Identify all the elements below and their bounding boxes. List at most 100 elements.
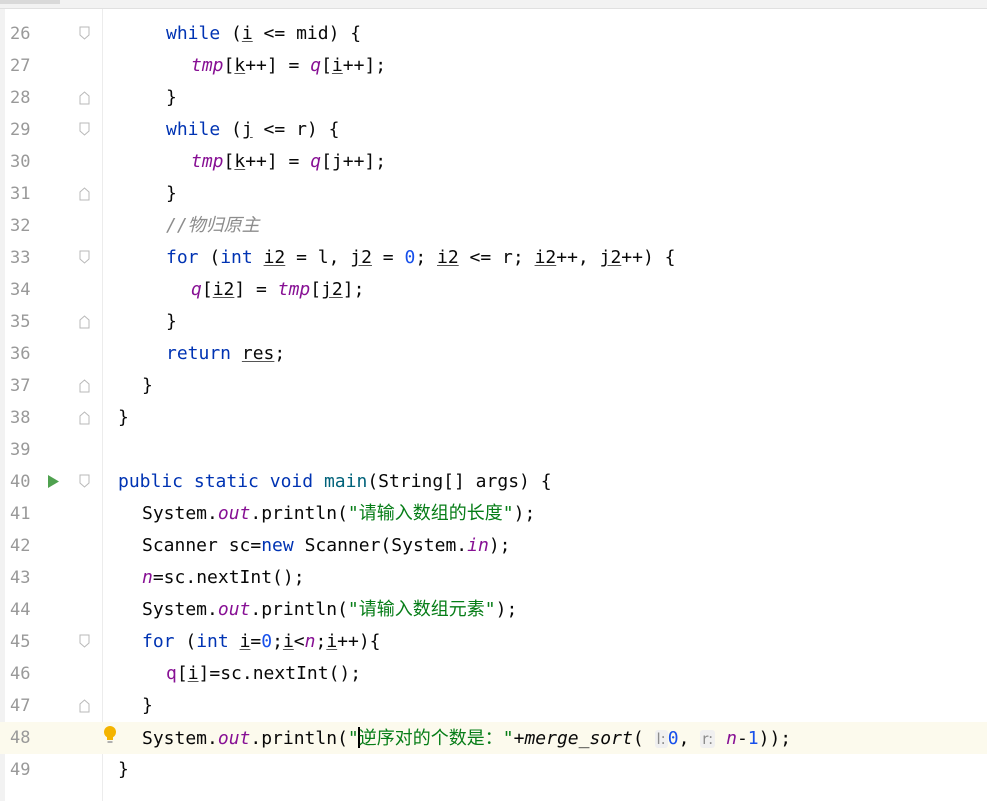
code-text: ); <box>495 599 518 620</box>
code-text: = <box>371 247 405 268</box>
line-content: } <box>166 311 177 332</box>
line-content: } <box>166 183 177 204</box>
field: out <box>217 728 251 749</box>
code-text: , <box>678 728 701 749</box>
code-line[interactable]: 34 q[i2] = tmp[j2]; <box>0 274 987 306</box>
variable: i <box>241 23 253 44</box>
code-line[interactable]: 31 } <box>0 178 987 210</box>
code-text: ; <box>272 631 283 652</box>
line-content: return res; <box>166 343 285 365</box>
code-text: System. <box>142 599 218 620</box>
variable: j2 <box>350 247 372 268</box>
code-line[interactable]: 42 Scanner sc=new Scanner(System.in); <box>0 530 987 562</box>
keyword: while <box>166 23 221 44</box>
code-line[interactable]: 37 } <box>0 370 987 402</box>
line-number: 28 <box>10 88 31 108</box>
line-number: 35 <box>10 312 31 332</box>
code-text: ]=sc.nextInt(); <box>198 663 362 684</box>
code-text: < <box>293 631 305 652</box>
line-content: Scanner sc=new Scanner(System.in); <box>142 535 511 557</box>
line-content: tmp[k++] = q[i++]; <box>191 55 386 77</box>
line-content: } <box>118 759 129 780</box>
line-number: 47 <box>10 696 31 716</box>
code-editor[interactable]: 25 //扫尾 26 while (i <= mid) { 27 tmp[k++… <box>0 0 987 786</box>
code-line[interactable]: 49 } <box>0 754 987 786</box>
string-literal: "请输入数组的长度" <box>347 503 514 524</box>
fold-open-icon[interactable] <box>79 634 90 649</box>
code-line[interactable]: 44 System.out.println("请输入数组元素"); <box>0 594 987 626</box>
code-text: [ <box>201 279 213 300</box>
current-code-line[interactable]: 48 System.out.println("逆序对的个数是："+merge_s… <box>0 722 987 754</box>
number-literal: 0 <box>667 728 679 749</box>
line-number: 27 <box>10 56 31 76</box>
line-number: 46 <box>10 664 31 684</box>
fold-close-icon[interactable] <box>79 186 90 201</box>
editor-tab-bar <box>0 0 987 9</box>
code-line[interactable]: 43 n=sc.nextInt(); <box>0 562 987 594</box>
code-line[interactable]: 32 //物归原主 <box>0 210 987 242</box>
fold-open-icon[interactable] <box>79 26 90 41</box>
code-line[interactable]: 38 } <box>0 402 987 434</box>
code-line[interactable]: 47 } <box>0 690 987 722</box>
variable: j2 <box>599 247 622 268</box>
code-line[interactable]: 28 } <box>0 82 987 114</box>
field: tmp <box>277 279 311 300</box>
code-text: [ <box>176 663 188 684</box>
code-line[interactable]: 40 public static void main(String[] args… <box>0 466 987 498</box>
code-line[interactable]: 29 while (j <= r) { <box>0 114 987 146</box>
field: tmp <box>191 55 224 76</box>
fold-close-icon[interactable] <box>79 90 90 105</box>
comment: //物归原主 <box>166 215 260 236</box>
code-text: ] = <box>234 279 278 300</box>
variable: j <box>241 119 253 140</box>
code-text: ]; <box>342 279 365 300</box>
fold-open-icon[interactable] <box>79 250 90 265</box>
code-text: System. <box>142 728 218 749</box>
line-number: 42 <box>10 536 31 556</box>
code-text: ); <box>488 535 511 556</box>
variable: j2 <box>321 279 343 300</box>
code-text: .println( <box>250 503 348 524</box>
code-line[interactable]: 30 tmp[k++] = q[j++]; <box>0 146 987 178</box>
fold-close-icon[interactable] <box>79 410 90 425</box>
line-content: n=sc.nextInt(); <box>142 567 305 589</box>
run-gutter-icon[interactable] <box>47 474 60 493</box>
code-line[interactable]: 33 for (int i2 = l, j2 = 0; i2 <= r; i2+… <box>0 242 987 274</box>
line-content: //物归原主 <box>166 215 260 237</box>
string-literal: "请输入数组元素" <box>347 599 496 620</box>
line-number: 40 <box>10 472 31 492</box>
code-text: <= mid) { <box>252 23 362 44</box>
field: n <box>142 567 153 588</box>
keyword: int <box>220 247 253 268</box>
code-text: [ <box>310 279 322 300</box>
code-line[interactable]: 27 tmp[k++] = q[i++]; <box>0 50 987 82</box>
variable: res <box>241 343 275 364</box>
code-line[interactable]: 39 <box>0 434 987 466</box>
code-text: Scanner(System. <box>293 535 468 556</box>
code-line[interactable]: 36 return res; <box>0 338 987 370</box>
variable: i <box>282 631 294 652</box>
fold-open-icon[interactable] <box>79 474 90 489</box>
line-content: } <box>142 695 153 716</box>
variable: i <box>239 631 251 652</box>
code-line[interactable]: 35 } <box>0 306 987 338</box>
code-text: ; <box>315 631 327 652</box>
code-text: ; <box>415 247 438 268</box>
code-line[interactable]: 26 while (i <= mid) { <box>0 18 987 50</box>
line-number: 37 <box>10 376 31 396</box>
fold-open-icon[interactable] <box>79 122 90 137</box>
code-line[interactable]: 45 for (int i=0;i<n;i++){ <box>0 626 987 658</box>
editor-tab-stub[interactable] <box>0 0 60 4</box>
fold-close-icon[interactable] <box>79 698 90 713</box>
field: q <box>166 663 177 684</box>
code-line[interactable]: 41 System.out.println("请输入数组的长度"); <box>0 498 987 530</box>
fold-close-icon[interactable] <box>79 378 90 393</box>
code-line[interactable]: 46 q[i]=sc.nextInt(); <box>0 658 987 690</box>
string-literal: 逆序对的个数是：" <box>358 728 514 749</box>
fold-close-icon[interactable] <box>79 314 90 329</box>
intention-bulb-icon[interactable] <box>103 725 117 749</box>
line-number: 34 <box>10 280 31 300</box>
field: out <box>217 503 251 524</box>
code-text: [ <box>321 55 332 76</box>
